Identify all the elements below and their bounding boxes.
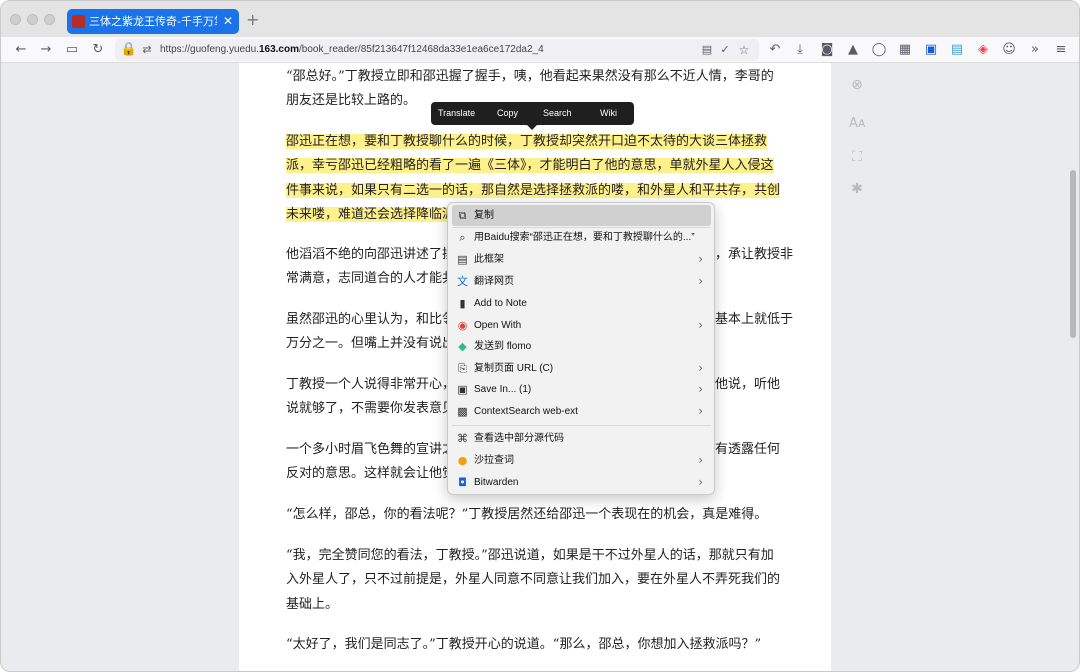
flomo-icon: ◆ <box>458 340 467 353</box>
paragraph: “怎么样，邵总，你的看法呢？”丁教授居然还给邵迅一个表现在的机会，真是难得。 <box>286 507 768 522</box>
tab-active[interactable]: 三体之紫龙王传奇-千手万掌-免费 ✕ <box>67 9 239 34</box>
scrollbar-thumb[interactable] <box>1070 170 1076 338</box>
paragraph: “我，完全赞同您的看法，丁教授。”邵迅说道，如果是干不过外星人的话，那就只有加入… <box>286 548 781 612</box>
context-menu: ⧉ 复制 ⌕ 用Baidu搜索“邵迅正在想，要和丁教授聊什么的...” ▤ 此框… <box>447 202 715 495</box>
chevron-right-icon: › <box>698 404 703 418</box>
wiki-button[interactable]: Wiki <box>600 102 617 125</box>
note-icon: ▮ <box>459 297 466 310</box>
lock-icon: 🔒 <box>120 42 138 57</box>
reader-view-icon[interactable]: ▤ <box>697 40 717 60</box>
container-icon[interactable]: ▦ <box>895 40 915 60</box>
tab-close-icon[interactable]: ✕ <box>223 9 233 34</box>
chevron-right-icon: › <box>698 475 703 489</box>
face-extension-icon[interactable]: ☺ <box>999 40 1019 60</box>
paragraph: “太好了，我们是同志了。”丁教授开心的说道。“那么，邵总，你想加入拯救派吗？” <box>286 637 762 652</box>
history-icon[interactable]: ↶ <box>765 40 785 60</box>
fullscreen-icon[interactable]: ⛶ <box>849 149 865 165</box>
menu-item-translate-page[interactable]: 文 翻译网页 › <box>452 271 711 292</box>
contextsearch-icon: ▩ <box>457 405 468 418</box>
new-tab-button[interactable]: + <box>246 9 259 31</box>
menu-item-copy-url[interactable]: ⎘ 复制页面 URL (C) › <box>452 358 711 379</box>
url-text[interactable]: https://guofeng.yuedu.163.com/book_reade… <box>160 39 544 61</box>
menu-separator <box>452 425 711 426</box>
menu-item-contextsearch[interactable]: ▩ ContextSearch web-ext › <box>452 401 711 422</box>
back-icon[interactable]: ← <box>11 40 31 60</box>
menu-item-view-source[interactable]: ⌘ 查看选中部分源代码 <box>452 428 711 449</box>
selection-popover: Translate Copy Search Wiki <box>431 102 634 130</box>
menu-icon[interactable]: ≡ <box>1051 40 1071 60</box>
chevron-right-icon: › <box>698 318 703 332</box>
menu-item-bitwarden[interactable]: ◘ Bitwarden › <box>452 472 711 493</box>
chevron-right-icon: › <box>698 361 703 375</box>
saladict-icon: ● <box>457 454 468 467</box>
bitwarden-icon: ◘ <box>458 476 467 489</box>
save-icon: ▣ <box>457 383 468 396</box>
menu-item-copy[interactable]: ⧉ 复制 <box>452 205 711 226</box>
download-icon[interactable]: ⤓ <box>790 40 810 60</box>
permissions-icon[interactable]: ⇄ <box>137 40 157 60</box>
url-bar[interactable]: 🔒 ⇄ https://guofeng.yuedu.163.com/book_r… <box>115 39 759 61</box>
pocket-icon[interactable]: ◈ <box>973 40 993 60</box>
checkmark-icon[interactable]: ✓ <box>715 40 735 60</box>
menu-item-add-to-note[interactable]: ▮ Add to Note <box>452 293 711 314</box>
save-disk-icon[interactable]: ▤ <box>947 40 967 60</box>
menu-item-save-in[interactable]: ▣ Save In... (1) › <box>452 379 711 400</box>
circle-extension-icon[interactable]: ◯ <box>869 40 889 60</box>
menu-item-flomo[interactable]: ◆ 发送到 flomo <box>452 336 711 357</box>
bitwarden-toolbar-icon[interactable]: ▣ <box>921 40 941 60</box>
frame-icon: ▤ <box>457 253 468 266</box>
search-button[interactable]: Search <box>543 102 572 125</box>
tab-title: 三体之紫龙王传奇-千手万掌-免费 <box>89 15 217 28</box>
minimize-window-button[interactable] <box>27 14 38 25</box>
search-icon: ⌕ <box>459 231 466 244</box>
chrome-icon: ◉ <box>457 319 468 332</box>
tab-bar: 三体之紫龙王传奇-千手万掌-免费 ✕ + <box>1 1 1079 37</box>
close-window-button[interactable] <box>10 14 21 25</box>
source-icon: ⌘ <box>457 432 468 445</box>
site-favicon-icon <box>72 15 85 28</box>
sidebar-toggle-icon[interactable]: ▭ <box>62 40 82 60</box>
menu-item-baidu-search[interactable]: ⌕ 用Baidu搜索“邵迅正在想，要和丁教授聊什么的...” <box>452 227 711 248</box>
camera-icon[interactable]: ◙ <box>817 40 837 60</box>
chevron-right-icon: › <box>698 274 703 288</box>
chevron-right-icon: › <box>698 382 703 396</box>
copy-button[interactable]: Copy <box>497 102 518 125</box>
clipboard-icon: ⎘ <box>458 362 467 375</box>
chevron-right-icon: › <box>698 453 703 467</box>
menu-item-saladict[interactable]: ● 沙拉查词 › <box>452 450 711 471</box>
browser-window: 三体之紫龙王传奇-千手万掌-免费 ✕ + ← → ▭ ↻ 🔒 ⇄ https:/… <box>0 0 1080 672</box>
menu-item-this-frame[interactable]: ▤ 此框架 › <box>452 249 711 270</box>
forward-icon[interactable]: → <box>36 40 56 60</box>
translate-button[interactable]: Translate <box>438 102 475 125</box>
bookmark-star-icon[interactable]: ☆ <box>734 40 754 60</box>
overflow-chevron-icon[interactable]: » <box>1025 40 1045 60</box>
bug-icon[interactable]: ✱ <box>849 181 865 197</box>
translate-icon: 文 <box>457 275 468 288</box>
font-size-icon[interactable]: Aᴀ <box>849 116 866 132</box>
nav-toolbar: ← → ▭ ↻ 🔒 ⇄ https://guofeng.yuedu.163.co… <box>1 37 1079 63</box>
copy-icon: ⧉ <box>458 209 467 222</box>
zoom-window-button[interactable] <box>44 14 55 25</box>
menu-item-open-with[interactable]: ◉ Open With › <box>452 315 711 336</box>
chevron-right-icon: › <box>698 252 703 266</box>
rocket-icon[interactable]: ▲ <box>843 40 863 60</box>
close-icon[interactable]: ⊗ <box>849 77 865 93</box>
reload-icon[interactable]: ↻ <box>88 40 108 60</box>
